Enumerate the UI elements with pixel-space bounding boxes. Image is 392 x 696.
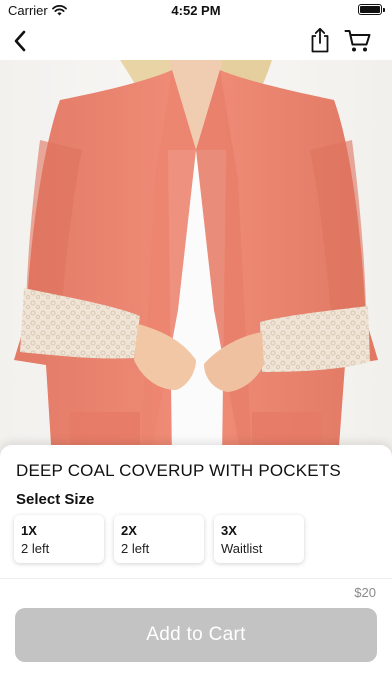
size-option-2x[interactable]: 2X 2 left [114,515,204,563]
back-button[interactable] [8,28,32,54]
status-bar: Carrier 4:52 PM [0,0,392,22]
product-detail-sheet: DEEP COAL COVERUP WITH POCKETS Select Si… [0,445,392,696]
share-button[interactable] [307,26,333,54]
battery-icon [358,4,385,15]
add-to-cart-button[interactable]: Add to Cart [15,608,377,662]
product-image [0,60,392,460]
size-option-1x[interactable]: 1X 2 left [14,515,104,563]
divider [0,578,392,579]
cart-icon [344,30,371,52]
size-stock: 2 left [121,541,150,556]
price-label: $20 [354,585,376,600]
size-stock: 2 left [21,541,50,556]
size-name: 1X [21,523,37,538]
size-name: 2X [121,523,137,538]
size-options: 1X 2 left 2X 2 left 3X Waitlist [14,515,304,563]
product-photo [14,60,378,460]
share-icon [311,27,329,53]
size-name: 3X [221,523,237,538]
size-stock: Waitlist [221,541,263,556]
product-title: DEEP COAL COVERUP WITH POCKETS [16,461,341,480]
status-time: 4:52 PM [171,3,221,18]
size-option-3x[interactable]: 3X Waitlist [214,515,304,563]
nav-bar [0,22,392,60]
chevron-left-icon [14,30,26,52]
cart-button[interactable] [343,27,373,55]
select-size-label: Select Size [16,491,95,508]
